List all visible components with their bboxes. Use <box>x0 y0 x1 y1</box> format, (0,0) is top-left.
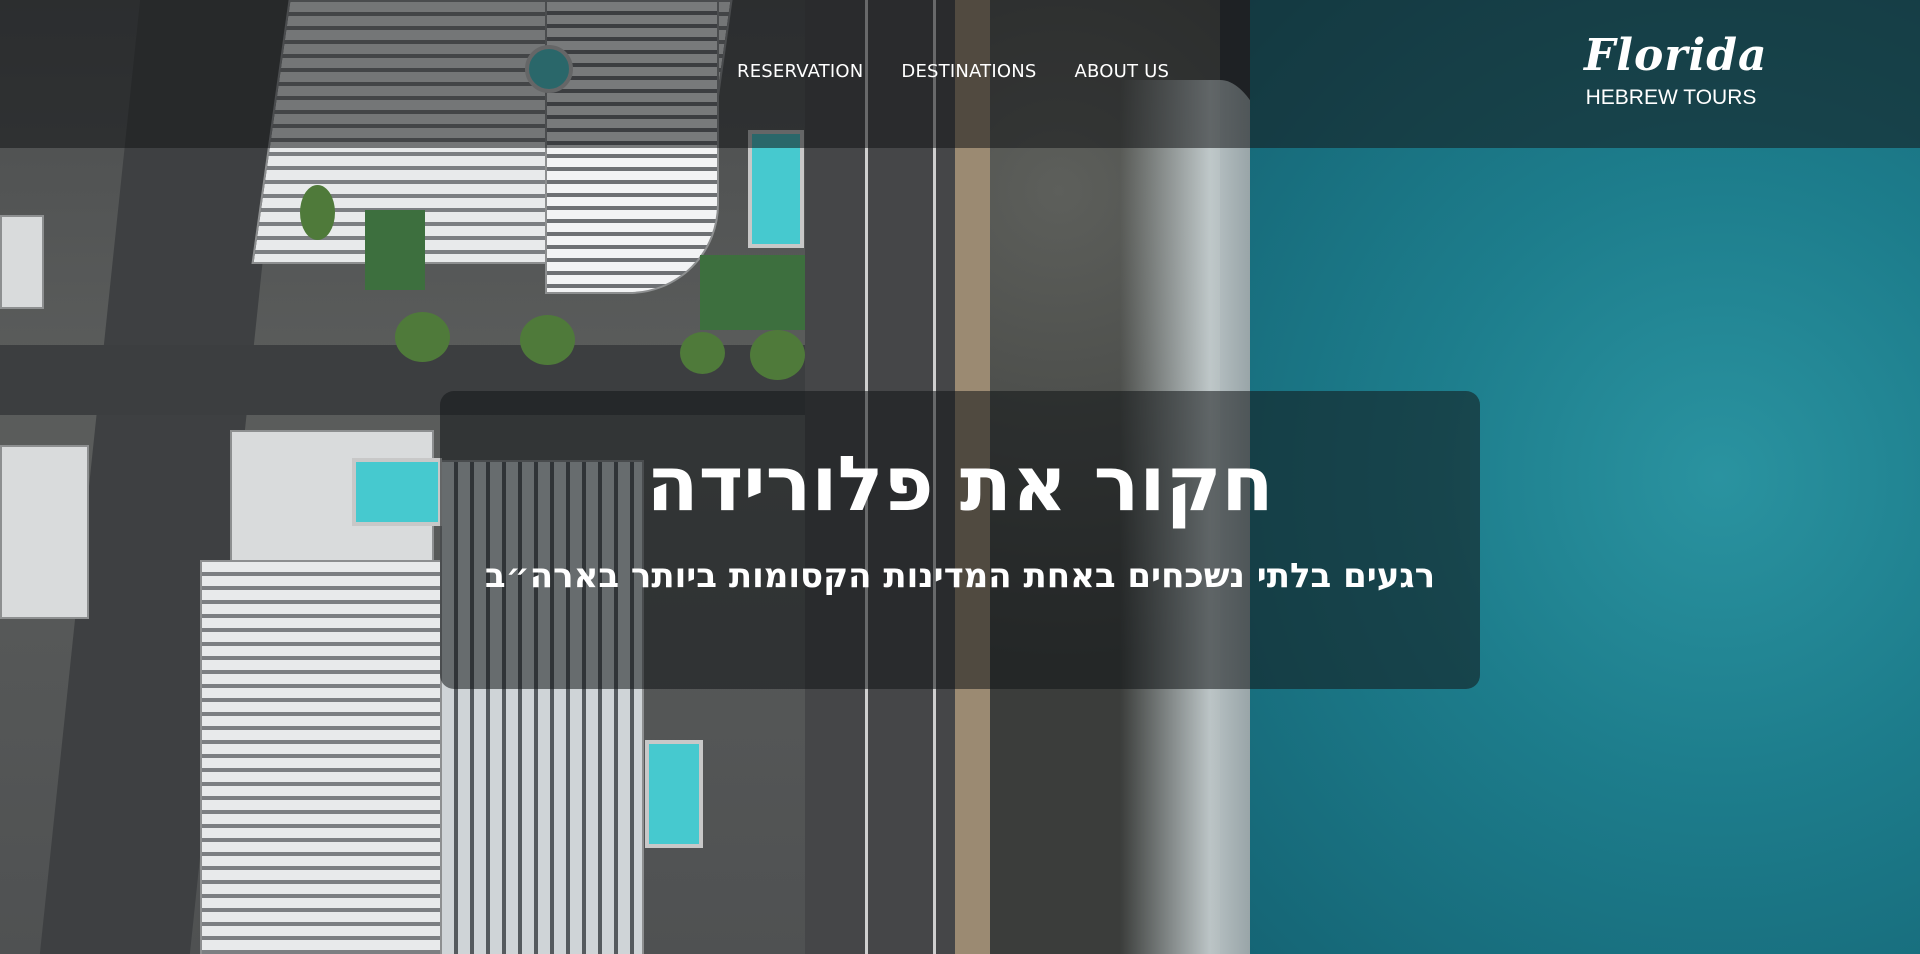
background-tree <box>395 312 450 362</box>
background-tree <box>300 185 335 240</box>
hero-subtitle: רגעים בלתי נשכחים באחת המדינות הקסומות ב… <box>484 556 1436 596</box>
background-tree <box>520 315 575 365</box>
hero-section: RESERVATION DESTINATIONS ABOUT US Florid… <box>0 0 1920 954</box>
nav-link-destinations[interactable]: DESTINATIONS <box>901 61 1036 82</box>
site-logo[interactable]: Florida HEBREW TOURS <box>1584 30 1768 110</box>
background-building <box>0 215 44 309</box>
background-pool <box>352 458 442 526</box>
background-grass <box>365 210 425 290</box>
background-pool <box>645 740 703 848</box>
background-tree <box>750 330 805 380</box>
hero-title: חקור את פלורידה <box>646 439 1274 528</box>
background-building <box>200 560 444 954</box>
background-building <box>0 445 89 619</box>
background-tree <box>680 332 725 374</box>
main-navigation: RESERVATION DESTINATIONS ABOUT US <box>737 61 1169 82</box>
background-grass <box>700 255 805 330</box>
logo-wordmark: Florida <box>1584 30 1768 81</box>
site-header: RESERVATION DESTINATIONS ABOUT US Florid… <box>0 0 1920 148</box>
logo-subtitle: HEBREW TOURS <box>1585 86 1757 109</box>
hero-panel: חקור את פלורידה רגעים בלתי נשכחים באחת ה… <box>440 391 1480 689</box>
nav-link-about-us[interactable]: ABOUT US <box>1075 61 1170 82</box>
nav-link-reservation[interactable]: RESERVATION <box>737 61 863 82</box>
